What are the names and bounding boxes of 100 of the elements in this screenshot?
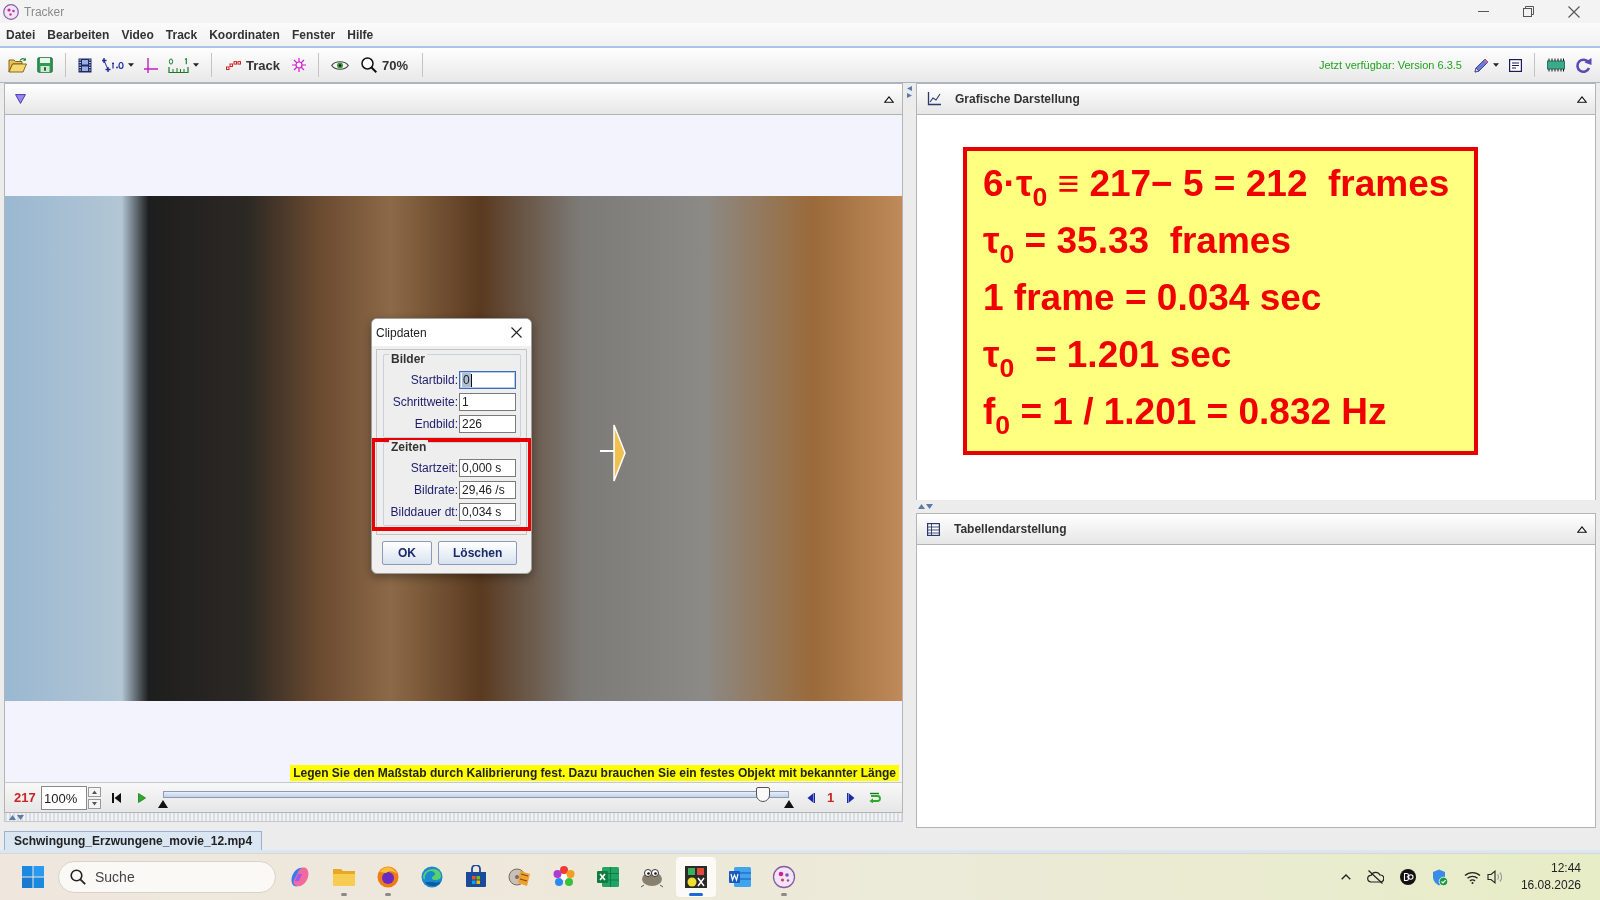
collapse-icon[interactable] [1577, 525, 1587, 533]
caret-icon[interactable] [193, 63, 199, 67]
search-field[interactable]: Suche [58, 861, 276, 893]
step-back-icon[interactable] [807, 792, 815, 803]
save-icon[interactable] [37, 57, 53, 73]
text-field[interactable]: 29,46 /s [459, 481, 516, 499]
skip-to-start-icon[interactable] [112, 792, 121, 803]
axes-icon[interactable] [144, 57, 158, 73]
caret-icon[interactable] [128, 63, 134, 67]
formula-line: τ$_{0}$ = 1.201 sec [983, 333, 1233, 383]
app-logo-icon [3, 3, 19, 20]
field-label: Bilddauer dt: [390, 505, 458, 519]
field-label: Endbild: [414, 417, 458, 431]
ruler-icon[interactable] [168, 57, 189, 73]
track-button[interactable]: Track [224, 52, 282, 78]
sparkle-icon[interactable] [292, 58, 306, 72]
split-arrows-icon[interactable] [918, 504, 933, 509]
speaker-icon[interactable] [1486, 870, 1503, 884]
close-icon[interactable] [511, 327, 522, 338]
close-icon[interactable] [1568, 5, 1580, 18]
restore-icon[interactable] [1523, 6, 1534, 17]
text-field[interactable]: 0 [459, 371, 516, 389]
panel-title: Tabellendarstellung [954, 522, 1067, 536]
calibration-points-icon[interactable] [102, 57, 124, 73]
menu-item[interactable]: Koordinaten [203, 24, 286, 45]
step-forward-icon[interactable] [847, 792, 856, 803]
caret-icon[interactable] [1493, 63, 1499, 67]
track-points-icon [226, 60, 241, 70]
dotted-disc-icon[interactable] [772, 865, 796, 889]
calibration-hint: Legen Sie den Maßstab durch Kalibrierung fest. Dazu brauchen Sie ein festes Objekt mit bekannter Länge [290, 765, 899, 781]
panel-title: Grafische Darstellung [955, 92, 1080, 106]
field-label: Schrittweite: [392, 395, 458, 409]
dialog-button[interactable]: Löschen [438, 541, 518, 565]
start-marker-icon[interactable] [158, 799, 168, 808]
menu-item[interactable]: Track [159, 24, 204, 45]
dialog-button[interactable]: OK [382, 541, 432, 565]
round-badge-icon[interactable] [1399, 869, 1416, 885]
clock-time[interactable]: 12:44 [1550, 860, 1581, 877]
flower-icon[interactable] [552, 865, 576, 889]
notes-icon[interactable] [1509, 58, 1522, 72]
spin-down-icon[interactable] [88, 798, 101, 809]
chevron-up-icon[interactable] [1340, 874, 1351, 880]
pencil-icon[interactable] [1474, 57, 1489, 73]
field-label: Startzeit: [410, 461, 458, 475]
play-icon[interactable] [138, 792, 146, 803]
film-frame-icon[interactable] [684, 865, 708, 889]
text-field[interactable]: 1 [459, 393, 516, 411]
end-marker-icon[interactable] [784, 799, 794, 808]
collapse-icon[interactable] [1577, 95, 1587, 103]
frame-number: 217 [14, 790, 37, 805]
formula-line: 1 frame = 0.034 sec [983, 276, 1323, 320]
chart-icon[interactable] [927, 92, 941, 106]
split-arrows-icon[interactable] [9, 814, 24, 820]
zoom-button[interactable]: 70% [359, 52, 410, 78]
document-icon[interactable] [728, 865, 752, 889]
clock-date[interactable]: 16.08.2026 [1520, 877, 1581, 894]
field-label: Bildrate: [413, 483, 458, 497]
memory-chip-icon[interactable] [1547, 58, 1565, 72]
text-field[interactable]: 0,034 s [459, 503, 516, 521]
text-field[interactable]: 226 [459, 415, 516, 433]
window-title: Tracker [24, 4, 65, 19]
triangle-down-icon[interactable] [15, 94, 26, 104]
spin-up-icon[interactable] [88, 786, 101, 797]
table-icon[interactable] [927, 522, 940, 536]
slider-thumb[interactable] [756, 786, 771, 802]
return-arrow-icon[interactable] [869, 792, 883, 803]
step-size[interactable]: 1 [827, 790, 835, 805]
globe-icon[interactable] [376, 865, 400, 889]
split-arrows-icon[interactable] [907, 86, 912, 98]
menu-item[interactable]: Datei [0, 24, 42, 45]
file-tab[interactable]: Schwingung_Erzwungene_movie_12.mp4 [4, 831, 263, 850]
film-strip-icon[interactable] [78, 57, 92, 73]
eye-icon[interactable] [331, 59, 349, 71]
search-icon [70, 869, 86, 885]
start-icon[interactable] [22, 866, 44, 888]
film-reel-icon[interactable] [508, 865, 532, 889]
group-title: Zeiten [389, 440, 429, 454]
active-app-tile[interactable] [676, 857, 716, 897]
menu-item[interactable]: Fenster [285, 24, 342, 45]
shield-check-icon[interactable] [1431, 868, 1448, 886]
menu-item[interactable]: Video [115, 24, 160, 45]
zoom-field[interactable]: 100% [41, 785, 87, 810]
open-folder-icon[interactable] [8, 57, 27, 73]
magnifier-icon [361, 57, 377, 73]
formula-line: 6·τ$_{0}$ ≡ 217− 5 = 212 frames [983, 162, 1451, 212]
wifi-icon[interactable] [1463, 870, 1481, 884]
formula-line: τ$_{0}$ = 35.33 frames [983, 219, 1292, 269]
spreadsheet-icon[interactable] [596, 865, 620, 889]
shopping-bag-icon[interactable] [464, 865, 488, 889]
dialog-title: Clipdaten [376, 325, 427, 340]
wave-logo-icon[interactable] [420, 865, 444, 889]
menu-item[interactable]: Bearbeiten [41, 24, 116, 45]
collapse-icon[interactable] [884, 95, 894, 103]
group-title: Bilder [389, 352, 427, 366]
text-field[interactable]: 0,000 s [459, 459, 516, 477]
field-label: Startbild: [410, 373, 458, 387]
arrowhead-marker-icon[interactable] [598, 423, 626, 483]
menu-item[interactable]: Hilfe [341, 24, 380, 45]
cloud-off-icon[interactable] [1366, 870, 1384, 884]
refresh-icon[interactable] [1575, 56, 1592, 74]
